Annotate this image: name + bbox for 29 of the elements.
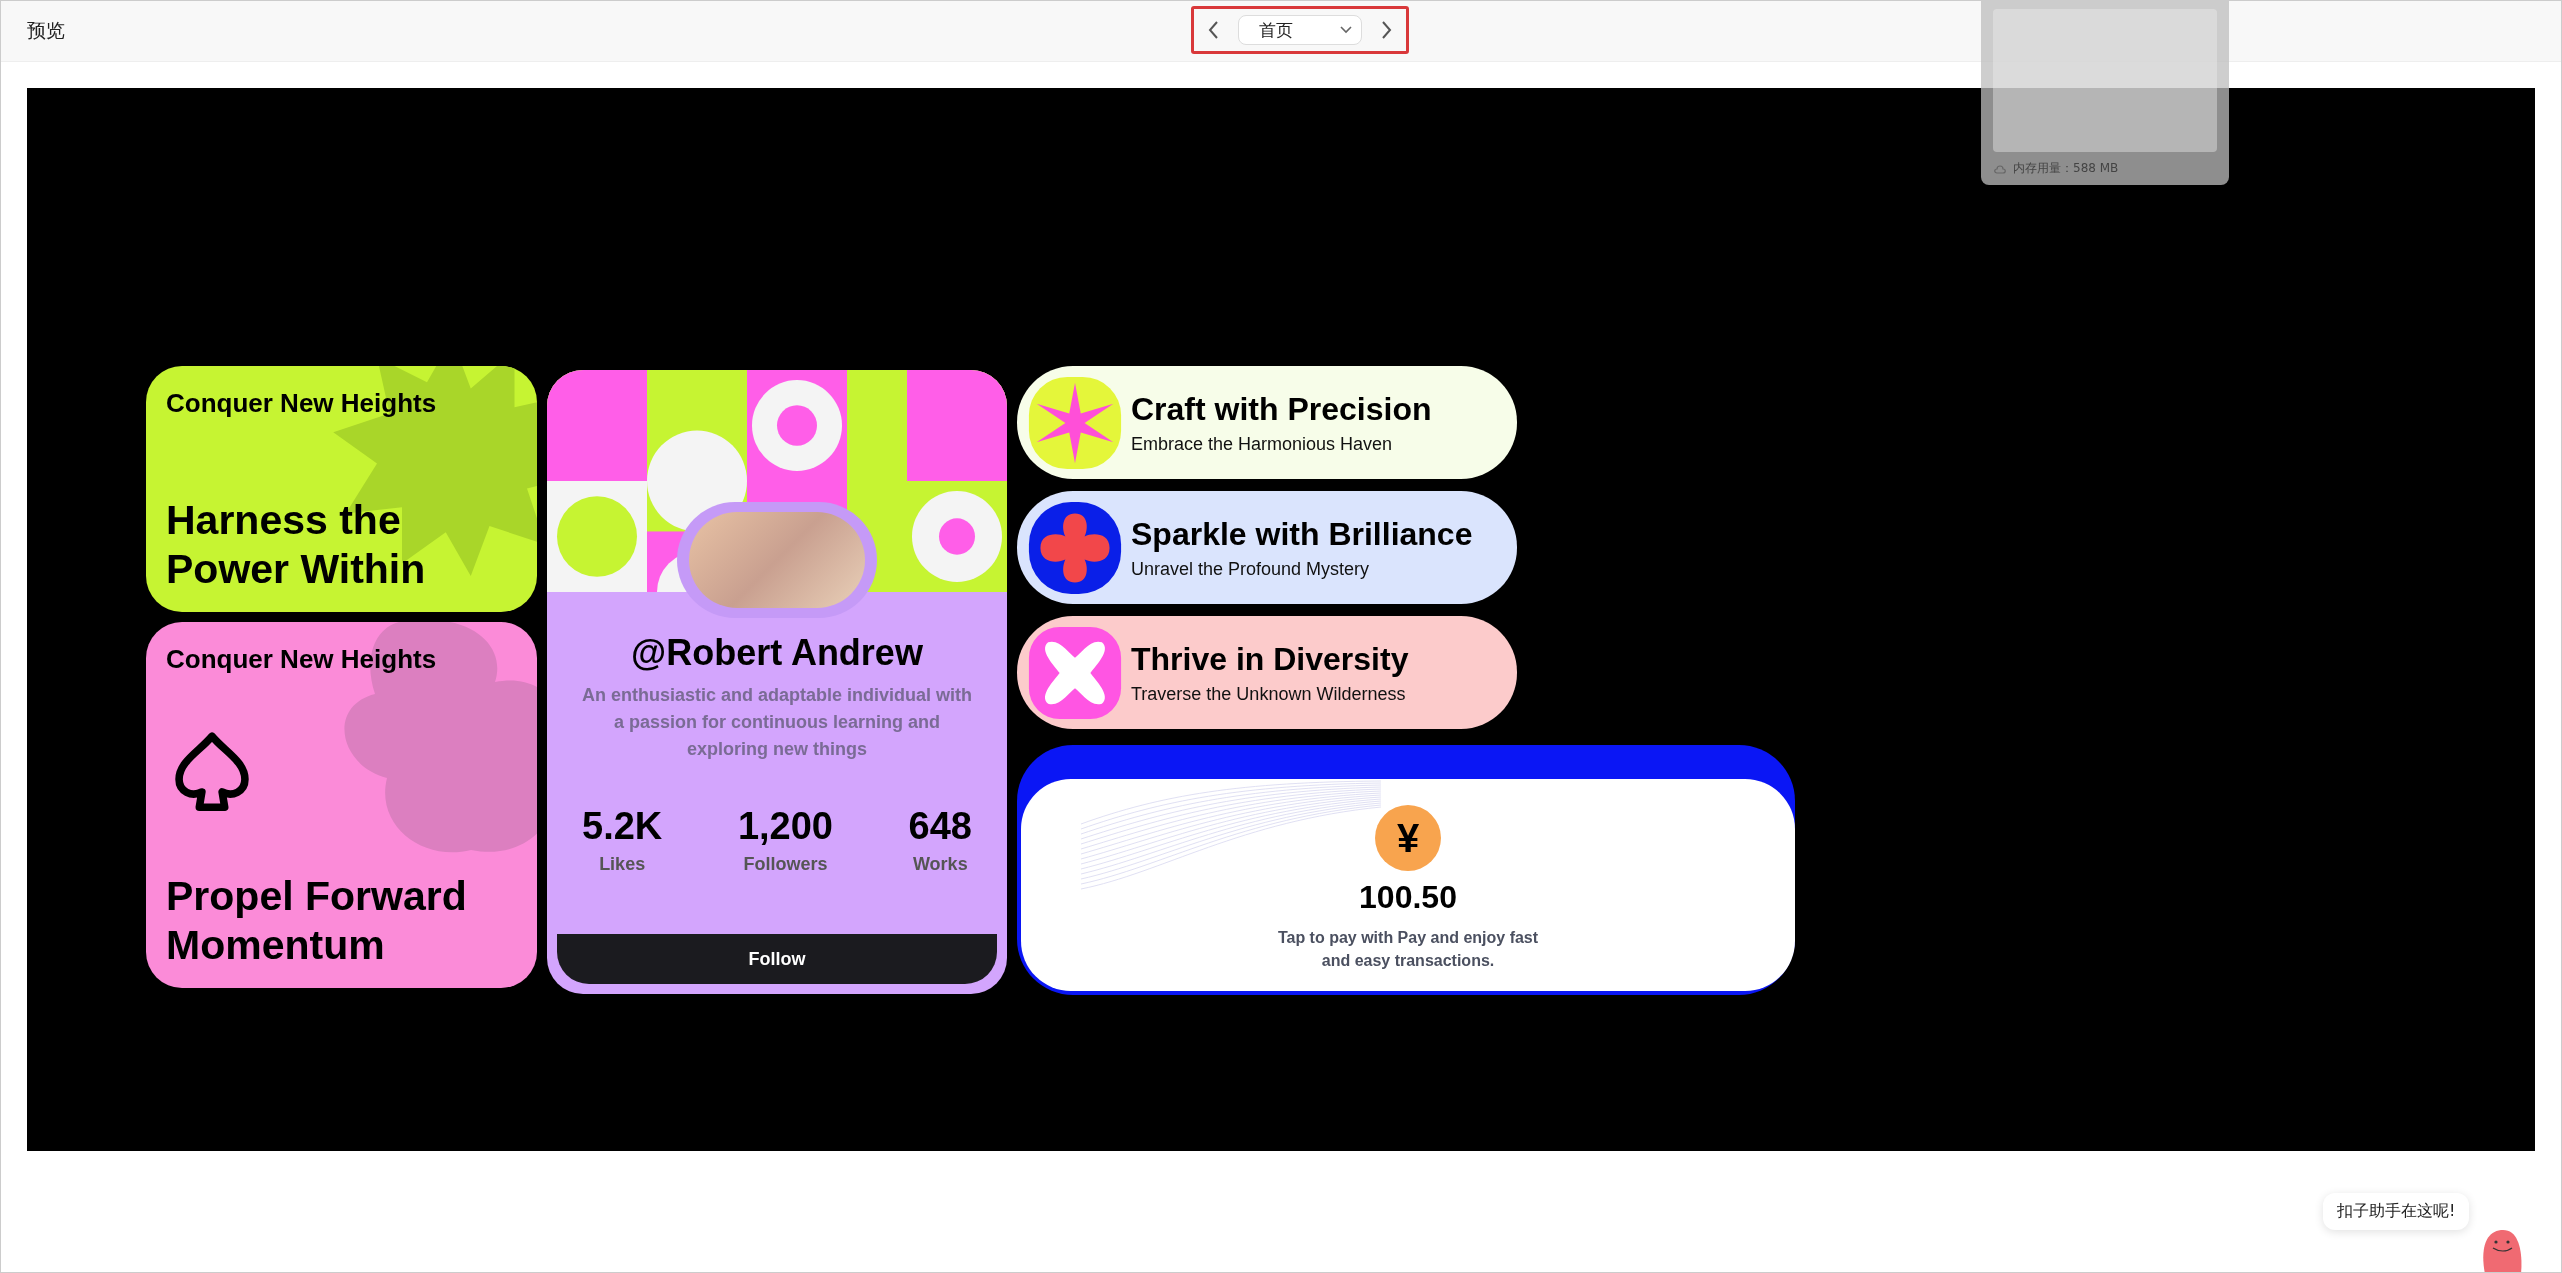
card-eyebrow: Conquer New Heights <box>166 388 438 419</box>
stat-label: Followers <box>743 854 828 875</box>
pill-subtitle: Traverse the Unknown Wilderness <box>1131 683 1407 705</box>
pill-subtitle: Embrace the Harmonious Haven <box>1131 433 1394 455</box>
card-eyebrow: Conquer New Heights <box>166 644 438 675</box>
profile-name: @Robert Andrew <box>631 632 923 674</box>
follow-button[interactable]: Follow <box>557 934 997 984</box>
card-headline: Harness the Power Within <box>166 495 427 594</box>
x-shape-icon <box>1027 624 1123 721</box>
cloud-icon <box>1993 162 2007 175</box>
page-select[interactable]: 首页 <box>1238 15 1362 45</box>
currency-badge: ¥ <box>1375 805 1441 871</box>
pill-title: Thrive in Diversity <box>1131 640 1409 678</box>
stat-label: Works <box>912 854 968 875</box>
payment-amount: 100.50 <box>1359 879 1457 916</box>
stat-value: 648 <box>908 805 972 848</box>
chevron-down-icon <box>1339 25 1353 35</box>
memory-usage: 内存用量：588 MB <box>2013 160 2119 177</box>
card-headline: Propel Forward Momentum <box>166 871 468 970</box>
stat-value: 5.2K <box>582 805 663 848</box>
page-title: 预览 <box>27 18 65 43</box>
assistant-bubble[interactable]: 扣子助手在这呢! <box>2323 1193 2470 1230</box>
profile-bio: An enthusiastic and adaptable individual with a passion for continuous learning and exploring new things <box>580 684 974 761</box>
payment-description: Tap to pay with Pay and enjoy fast and easy transactions. <box>1276 928 1540 972</box>
pill-subtitle: Unravel the Profound Mystery <box>1131 558 1371 580</box>
pill-title: Sparkle with Brilliance <box>1131 515 1473 553</box>
stat-label: Likes <box>599 854 646 875</box>
stat-value: 1,200 <box>737 805 833 848</box>
pill-title: Craft with Precision <box>1131 390 1432 428</box>
